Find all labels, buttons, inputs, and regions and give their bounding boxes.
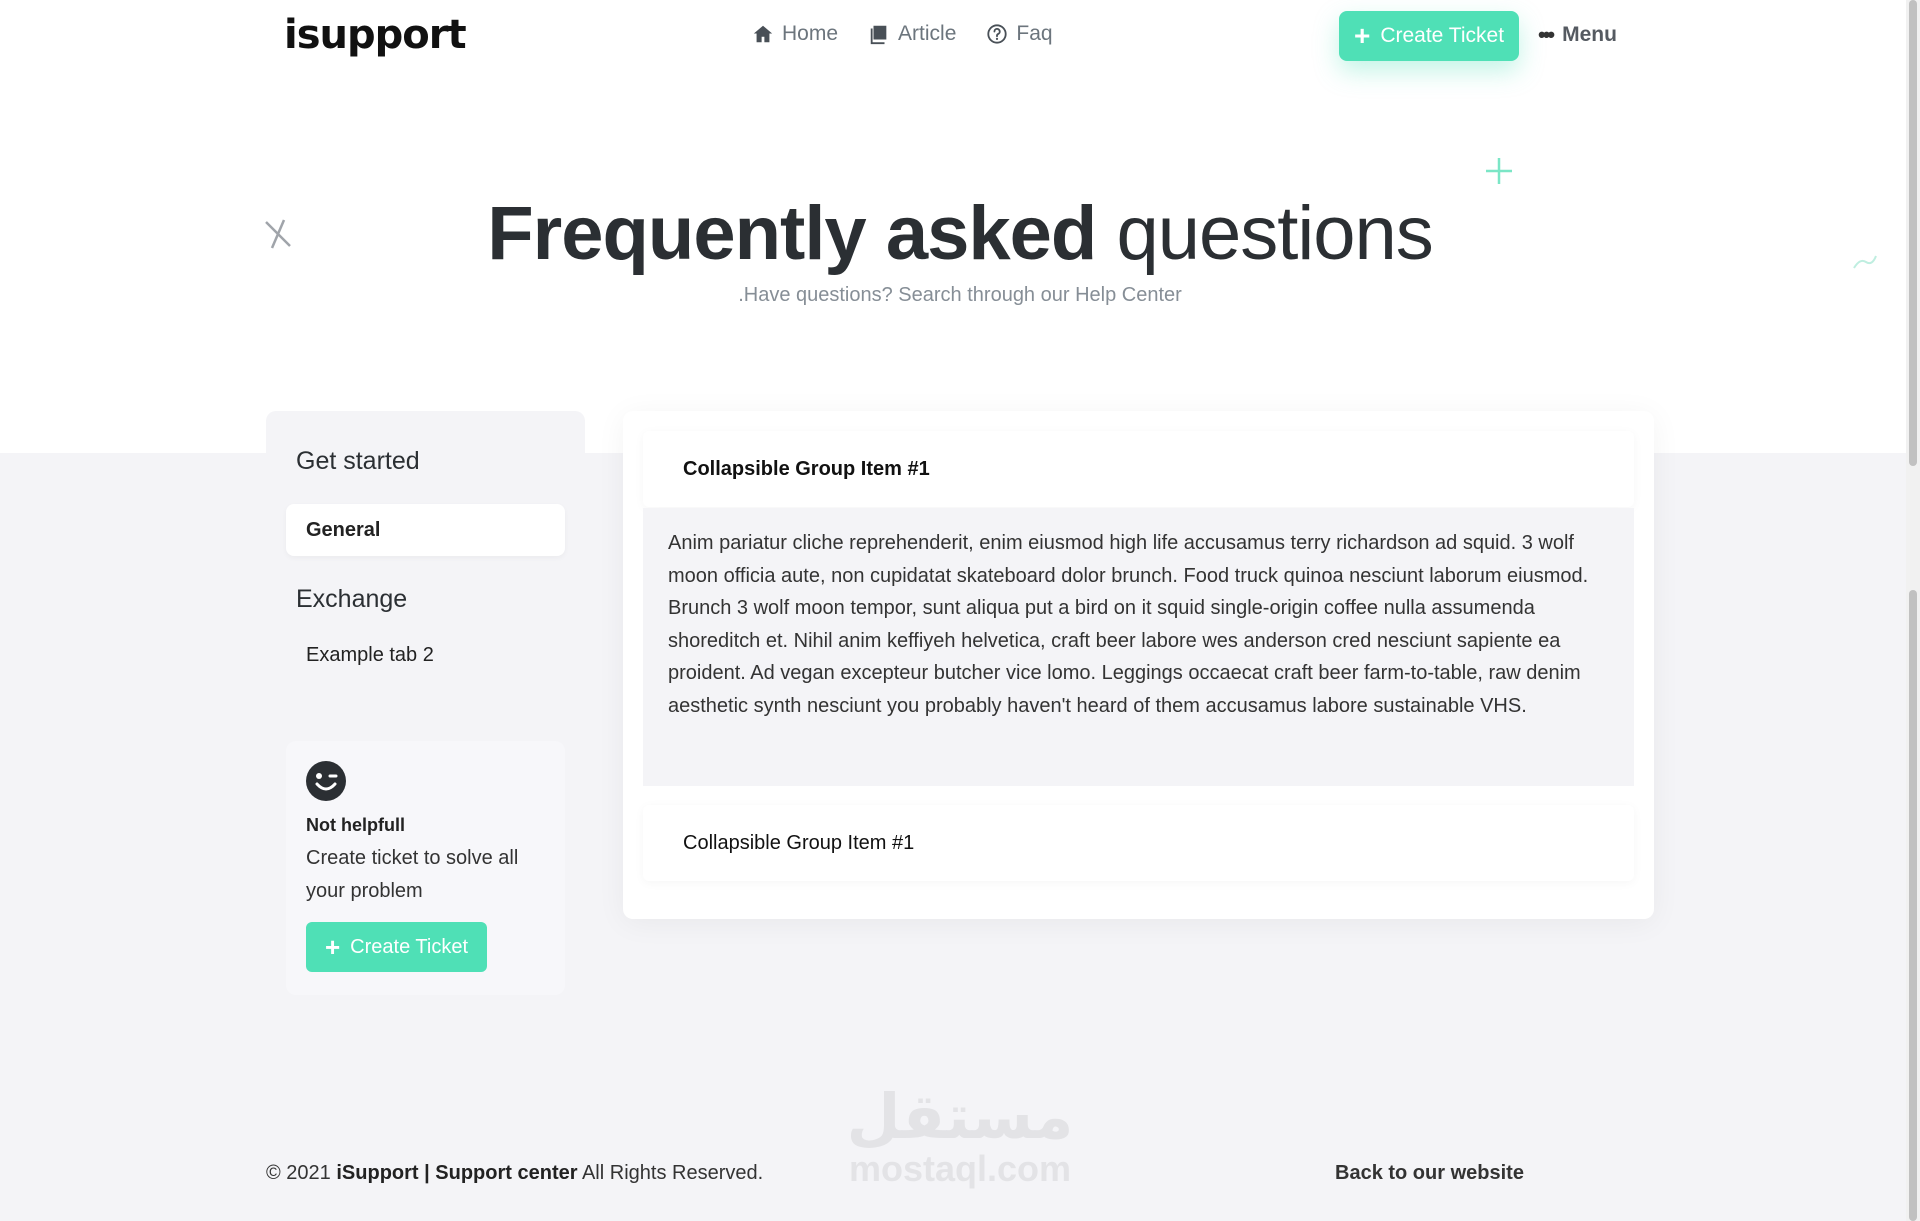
nav-link-label: Article — [898, 22, 957, 45]
accordion-header[interactable]: Collapsible Group Item #1 — [643, 431, 1634, 507]
page-title-bold: Frequently asked — [487, 191, 1097, 276]
sidebar-heading-exchange: Exchange — [296, 585, 408, 613]
create-ticket-label: Create Ticket — [1380, 24, 1505, 47]
sidebar-item-general[interactable]: General — [286, 504, 565, 556]
help-card-text: Create ticket to solve all your problem — [306, 847, 519, 902]
create-ticket-sidebar-button[interactable]: + Create Ticket — [306, 922, 487, 972]
create-ticket-label: Create Ticket — [350, 935, 468, 958]
question-circle-icon — [987, 24, 1008, 44]
watermark-latin: mostaql.com — [848, 1148, 1072, 1189]
accordion-header[interactable]: Collapsible Group Item #1 — [643, 805, 1634, 881]
sidebar-heading-get-started: Get started — [296, 447, 420, 475]
accordion-body: Anim pariatur cliche reprehenderit, enim… — [643, 508, 1634, 786]
home-icon — [753, 25, 773, 43]
scrollbar-thumb[interactable] — [1909, 0, 1917, 466]
watermark-arabic: مستقل — [846, 1080, 1074, 1153]
watermark-logo: مستقل mostaql.com — [843, 1085, 1077, 1189]
nav-link-label: Home — [782, 22, 839, 45]
faq-accordion: Collapsible Group Item #1 Anim pariatur … — [623, 411, 1654, 919]
nav-link-home[interactable]: Home — [752, 22, 838, 46]
nav-link-article[interactable]: Article — [868, 22, 956, 46]
footer-rights: All Rights Reserved. — [581, 1162, 764, 1184]
copyright-prefix: © 2021 — [266, 1162, 331, 1184]
page-subtitle: .Have questions? Search through our Help… — [738, 284, 1182, 306]
navbar: isupport Home Article Faq + Create Ticke… — [0, 0, 1920, 72]
help-card: Not helpfull Create ticket to solve all … — [286, 741, 565, 995]
sidebar-item-example-tab-2[interactable]: Example tab 2 — [286, 629, 565, 681]
more-dots-icon: ••• — [1538, 22, 1555, 47]
logo[interactable]: isupport — [284, 12, 467, 58]
help-card-title: Not helpfull — [306, 815, 405, 835]
faq-sidebar: Get started General Exchange Example tab… — [266, 411, 585, 1031]
footer-brand: iSupport | Support center — [336, 1162, 578, 1184]
plus-icon: + — [1353, 20, 1371, 51]
menu-label: Menu — [1562, 23, 1617, 46]
page-title: Frequently asked questions — [0, 190, 1920, 277]
nav-link-faq[interactable]: Faq — [986, 22, 1053, 46]
back-to-website-link[interactable]: Back to our website — [1335, 1162, 1524, 1185]
article-icon — [870, 25, 887, 45]
create-ticket-button[interactable]: + Create Ticket — [1339, 11, 1519, 61]
plus-icon: + — [324, 932, 341, 962]
nav-links: Home Article Faq — [752, 22, 1053, 46]
scrollbar-thumb-lower[interactable] — [1909, 590, 1917, 1221]
footer-copyright: © 2021 iSupport | Support center All Rig… — [266, 1162, 763, 1185]
menu-button[interactable]: ••• Menu — [1538, 22, 1617, 48]
plus-decoration-icon — [1486, 158, 1512, 184]
wink-smile-icon — [306, 761, 346, 801]
nav-link-label: Faq — [1016, 22, 1053, 45]
page-title-light: questions — [1116, 191, 1433, 276]
